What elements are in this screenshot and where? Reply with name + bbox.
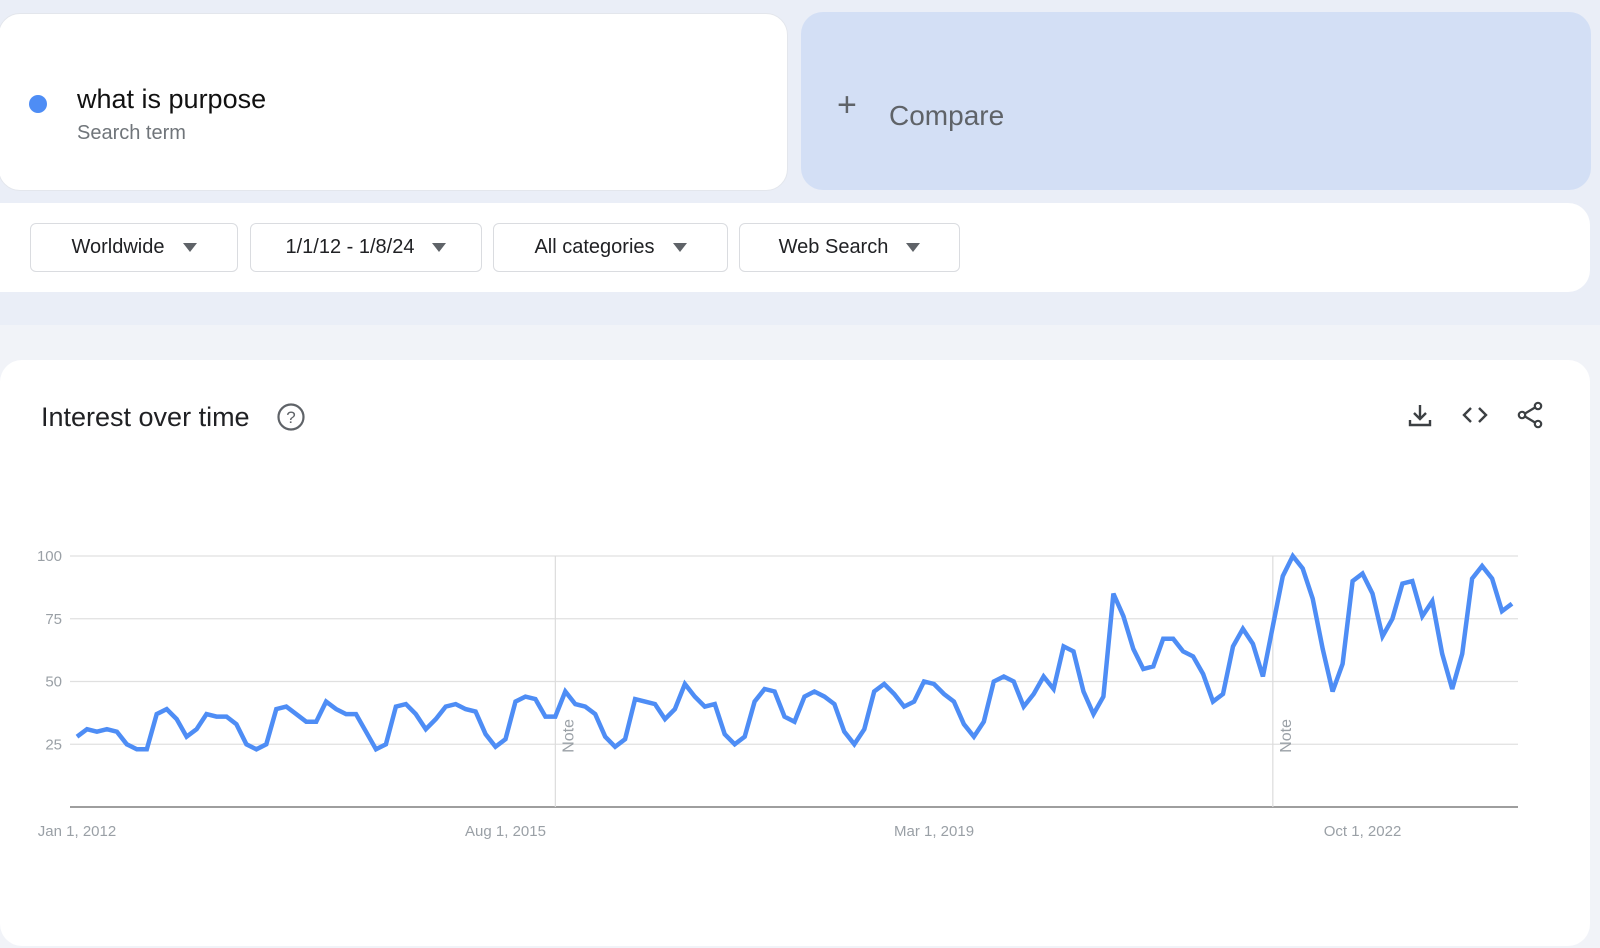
note-label: Note [1278, 719, 1295, 753]
series-line [75, 551, 1514, 753]
x-tick-label: Aug 1, 2015 [465, 823, 546, 840]
note-label: Note [560, 719, 577, 753]
y-tick-label: 75 [45, 611, 62, 628]
x-tick-label: Jan 1, 2012 [38, 823, 116, 840]
y-tick-label: 25 [45, 736, 62, 753]
y-tick-label: 50 [45, 674, 62, 691]
y-tick-label: 100 [37, 548, 62, 565]
x-tick-label: Oct 1, 2022 [1324, 823, 1402, 840]
interest-line-chart: Note Note 25 50 75 100 Jan 1, 2012 Aug 1, 201… [37, 548, 1518, 840]
x-tick-label: Mar 1, 2019 [894, 823, 974, 840]
